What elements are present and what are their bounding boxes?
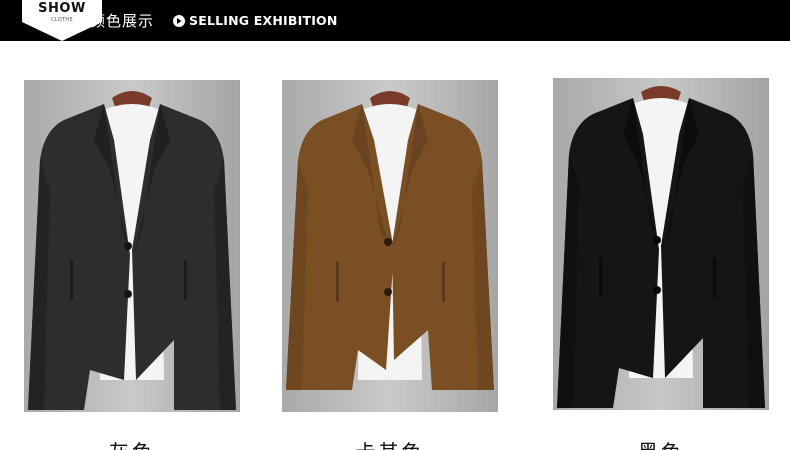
product-photo-khaki[interactable] bbox=[282, 80, 498, 412]
product-card-gray[interactable] bbox=[24, 80, 240, 412]
product-label-khaki: 卡其色 bbox=[282, 436, 498, 450]
product-card-black[interactable] bbox=[553, 78, 769, 410]
header-bar: SHOW CLOTHE 颜色展示 SELLING EXHIBITION bbox=[0, 0, 790, 41]
product-photo-black[interactable] bbox=[553, 78, 769, 410]
section-title-cn: 颜色展示 bbox=[90, 12, 155, 30]
product-photo-gray[interactable] bbox=[24, 80, 240, 412]
product-card-khaki[interactable] bbox=[282, 80, 498, 412]
product-label-black: 黑色 bbox=[553, 436, 769, 450]
product-label-gray: 灰色 bbox=[24, 436, 240, 450]
section-title-en: SELLING EXHIBITION bbox=[189, 13, 338, 28]
circle-arrow-right-icon bbox=[173, 15, 185, 27]
